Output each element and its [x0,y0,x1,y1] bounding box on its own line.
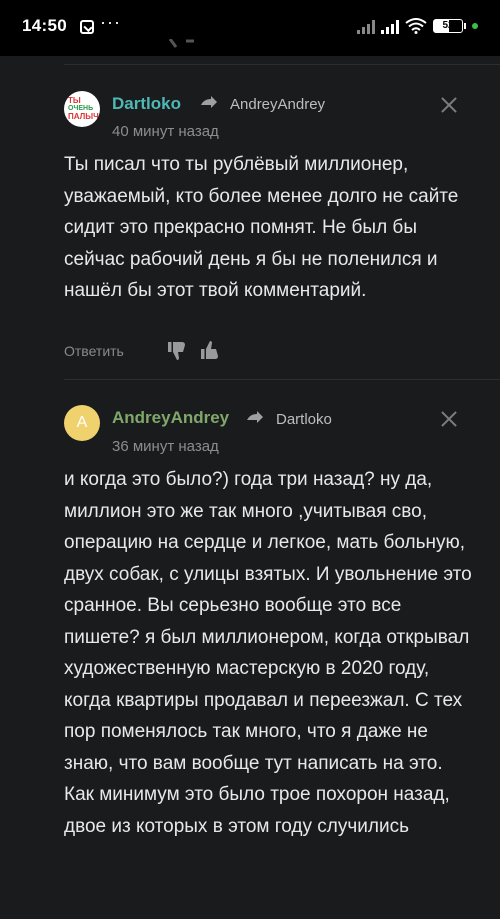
more-notifications-icon: ··· [100,12,121,32]
divider [64,379,500,380]
signal-sim2-icon [381,18,399,34]
comment-author[interactable]: AndreyAndrey [112,408,229,428]
comment-text: и когда это было?) года три назад? ну да… [64,469,472,837]
reply-button[interactable]: Ответить [64,343,124,359]
status-icons: 52 [357,18,478,34]
close-icon[interactable] [440,96,458,114]
close-icon[interactable] [440,410,458,428]
comment-timestamp: 36 минут назад [112,438,219,455]
battery-level: 52 [442,20,454,31]
status-bar: 14:50 ··· 52 [0,0,500,56]
comment-text: Ты писал что ты рублёвый миллионер, уваж… [64,154,459,301]
battery-icon: 52 [433,19,463,33]
comment-timestamp: 40 минут назад [112,123,219,140]
avatar[interactable]: ТЫ ОЧЕНЬ ПАЛЫЧ [64,91,100,127]
app-notification-icon [80,20,94,34]
signal-sim1-icon [357,18,375,34]
thumbs-down-icon[interactable] [167,341,187,361]
reply-arrow-icon [200,95,218,113]
wifi-icon [405,18,427,34]
battery-tip [464,23,466,29]
comment-author[interactable]: Dartloko [112,94,181,114]
previous-comment-votes-icon [150,36,198,52]
privacy-indicator-dot [472,23,478,29]
divider [64,64,500,65]
thumbs-up-icon[interactable] [200,340,220,360]
reply-to-user[interactable]: AndreyAndrey [230,96,325,113]
reply-to-user[interactable]: Dartloko [276,411,332,428]
avatar[interactable]: A [64,405,100,441]
status-time: 14:50 [22,16,67,35]
reply-arrow-icon [246,410,264,428]
